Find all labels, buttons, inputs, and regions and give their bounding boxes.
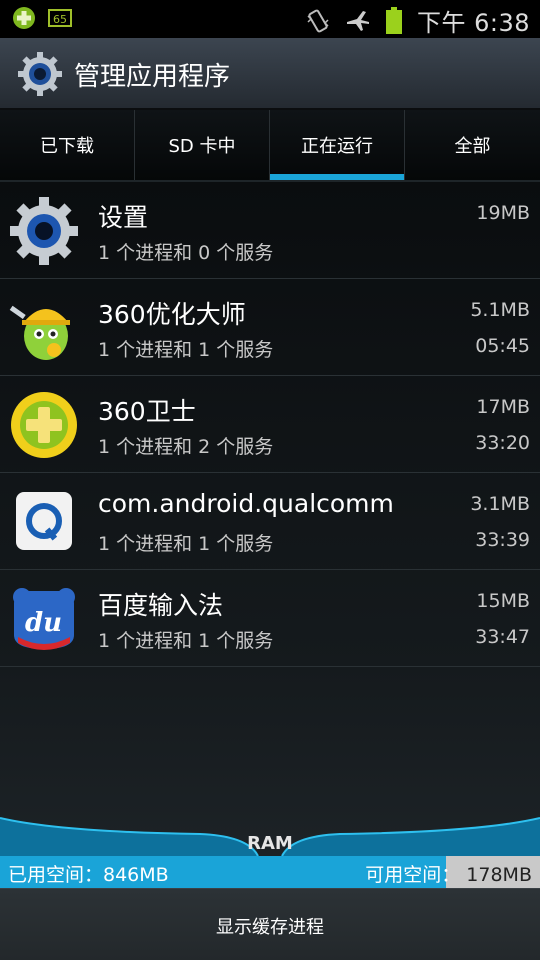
app-process-info: 1 个进程和 0 个服务 <box>98 242 274 264</box>
tab-label: 正在运行 <box>301 136 373 157</box>
app-memory: 19MB <box>476 202 530 224</box>
vibrate-icon <box>307 9 329 32</box>
app-runtime: 33:20 <box>475 432 530 454</box>
show-cached-processes-button[interactable]: 显示缓存进程 <box>0 913 540 939</box>
app-memory: 5.1MB <box>470 299 530 321</box>
ram-usage-bar: 已用空间：846MB 可用空间： 178MB <box>0 856 540 888</box>
tab-all[interactable]: 全部 <box>405 110 540 180</box>
app-process-info: 1 个进程和 1 个服务 <box>98 533 274 555</box>
app-runtime: 33:39 <box>475 529 530 551</box>
title-bar: 管理应用程序 <box>0 38 540 110</box>
ram-label: RAM <box>247 833 293 854</box>
gprs-signal-icon: 65 <box>48 9 72 27</box>
status-bar: 65 下午 6:38 <box>0 0 540 38</box>
app-runtime: 05:45 <box>475 335 530 357</box>
app-name: 360优化大师 <box>98 300 246 329</box>
360-guard-icon <box>11 392 77 458</box>
app-process-info: 1 个进程和 1 个服务 <box>98 630 274 652</box>
tab-sd-card[interactable]: SD 卡中 <box>135 110 270 180</box>
list-item[interactable]: 360优化大师 1 个进程和 1 个服务 5.1MB 05:45 <box>0 279 540 376</box>
baidu-input-icon: du <box>13 588 75 650</box>
app-runtime: 33:47 <box>475 626 530 648</box>
list-item[interactable]: du 百度输入法 1 个进程和 1 个服务 15MB 33:47 <box>0 570 540 667</box>
footer-bar: 显示缓存进程 <box>0 888 540 960</box>
app-name: 设置 <box>98 203 149 232</box>
ram-free-text: 可用空间： 178MB <box>365 860 532 887</box>
app-name: 百度输入法 <box>98 591 224 620</box>
app-memory: 15MB <box>476 590 530 612</box>
gear-icon <box>18 52 62 96</box>
baidu-logo-text: du <box>25 608 62 638</box>
list-item[interactable]: 设置 1 个进程和 0 个服务 19MB <box>0 182 540 279</box>
ram-used-text: 已用空间：846MB <box>8 864 169 886</box>
app-name: com.android.qualcomm <box>98 489 394 518</box>
app-name: 360卫士 <box>98 397 196 426</box>
app-process-info: 1 个进程和 2 个服务 <box>98 436 274 458</box>
tab-label: SD 卡中 <box>168 136 236 157</box>
tab-running[interactable]: 正在运行 <box>270 110 405 180</box>
tab-downloaded[interactable]: 已下载 <box>0 110 135 180</box>
airplane-icon <box>346 10 369 31</box>
ram-free-label: 可用空间： <box>365 864 461 886</box>
app-process-info: 1 个进程和 1 个服务 <box>98 339 274 361</box>
ram-free-value: 178MB <box>466 864 532 886</box>
tab-label: 全部 <box>454 136 491 157</box>
app-memory: 3.1MB <box>470 493 530 515</box>
app-memory: 17MB <box>476 396 530 418</box>
page-title: 管理应用程序 <box>74 62 231 92</box>
360-notify-icon <box>13 7 35 29</box>
list-item[interactable]: 360卫士 1 个进程和 2 个服务 17MB 33:20 <box>0 376 540 473</box>
list-item[interactable]: com.android.qualcomm 1 个进程和 1 个服务 3.1MB … <box>0 473 540 570</box>
running-apps-list: 设置 1 个进程和 0 个服务 19MB 360优化大师 1 个进程和 1 个服… <box>0 182 540 667</box>
360-optimizer-icon <box>9 305 70 360</box>
qualcomm-icon <box>16 492 72 550</box>
tab-bar: 已下载 SD 卡中 正在运行 全部 <box>0 110 540 182</box>
clock: 下午 6:38 <box>416 9 530 37</box>
settings-gear-icon <box>10 197 78 265</box>
tab-label: 已下载 <box>40 136 94 157</box>
gprs-label: 65 <box>53 13 67 26</box>
battery-icon <box>385 6 402 34</box>
